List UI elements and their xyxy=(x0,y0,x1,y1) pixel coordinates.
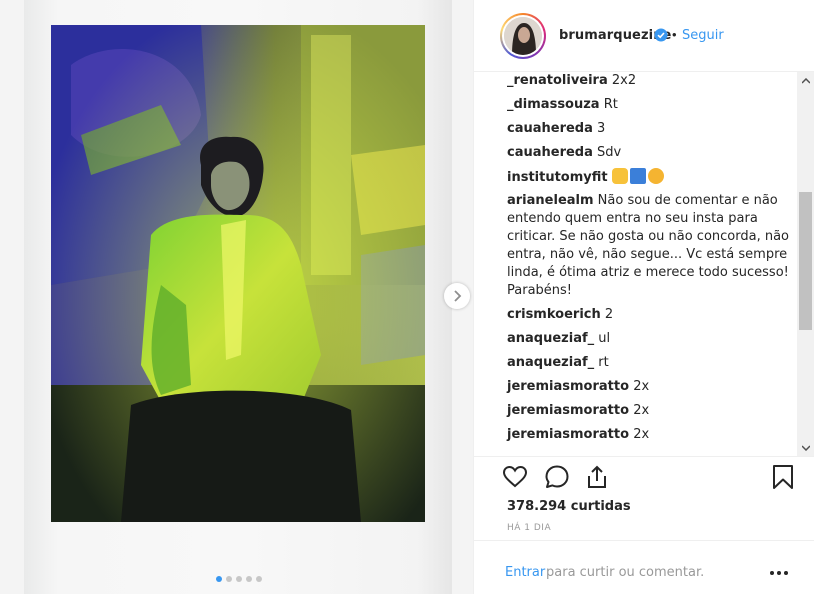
comment-bubble-icon[interactable] xyxy=(544,464,570,490)
likes-count[interactable]: 378.294 curtidas xyxy=(507,499,631,514)
carousel-dot xyxy=(236,576,242,582)
heart-eyes-emoji xyxy=(647,168,664,184)
comment-text: Não sou de comentar e não entendo quem e… xyxy=(507,193,790,298)
carousel-dot xyxy=(246,576,252,582)
comment-username[interactable]: arianelealm xyxy=(507,193,594,208)
comment-username[interactable]: cauahereda xyxy=(507,145,593,160)
login-prompt-text: para curtir ou comentar. xyxy=(546,565,705,580)
scroll-up-arrow[interactable] xyxy=(797,72,814,89)
comment-item: jeremiasmoratto 2x xyxy=(507,378,792,396)
caret-down-icon xyxy=(801,444,810,451)
post-details-panel: brumarquezine • Seguir _renatoliveira 2x… xyxy=(473,0,814,594)
post-photo[interactable] xyxy=(51,25,425,522)
post-header: brumarquezine • Seguir xyxy=(474,0,814,72)
carousel-indicator xyxy=(216,576,262,582)
comment-text: 2x xyxy=(633,403,650,418)
comment-item: anaqueziaf_ rt xyxy=(507,354,792,372)
comment-username[interactable]: jeremiasmoratto xyxy=(507,379,629,394)
comment-username[interactable]: _renatoliveira xyxy=(507,73,608,88)
clap-emoji xyxy=(611,168,628,184)
comment-text: 2 xyxy=(604,307,614,322)
comment-text: ul xyxy=(598,331,611,346)
comment-item: institutomyfit xyxy=(507,168,792,187)
avatar[interactable] xyxy=(500,13,546,59)
follow-button[interactable]: Seguir xyxy=(682,28,724,43)
top-emoji xyxy=(629,168,646,184)
carousel-dot xyxy=(226,576,232,582)
comment-text: Sdv xyxy=(597,145,622,160)
scroll-down-arrow[interactable] xyxy=(797,439,814,456)
verified-badge-icon xyxy=(654,28,668,42)
comment-item: _renatoliveira 2x2 xyxy=(507,72,792,90)
more-options-icon[interactable] xyxy=(770,563,792,583)
comment-item: crismkoerich 2 xyxy=(507,306,792,324)
comment-text: Rt xyxy=(603,97,618,112)
post-media xyxy=(0,0,473,594)
comment-item: cauahereda 3 xyxy=(507,120,792,138)
comment-username[interactable]: _dimassouza xyxy=(507,97,600,112)
share-icon[interactable] xyxy=(584,464,610,490)
comment-text: 2x xyxy=(633,427,650,442)
comment-username[interactable]: anaqueziaf_ xyxy=(507,331,594,346)
comments-scrollbar[interactable] xyxy=(797,72,814,456)
comment-username[interactable]: jeremiasmoratto xyxy=(507,427,629,442)
comment-item: cauahereda Sdv xyxy=(507,144,792,162)
carousel-dot xyxy=(256,576,262,582)
chevron-right-icon xyxy=(454,290,462,302)
comment-username[interactable]: crismkoerich xyxy=(507,307,601,322)
comment-item: anaqueziaf_ ul xyxy=(507,330,792,348)
photo-illustration xyxy=(51,25,425,522)
comment-item: jeremiasmoratto 2x xyxy=(507,402,792,420)
header-separator: • xyxy=(672,27,677,42)
bookmark-icon[interactable] xyxy=(770,464,796,490)
comment-text: 2x2 xyxy=(611,73,637,88)
comment-item: _dimassouza Rt xyxy=(507,96,792,114)
comment-username[interactable]: anaqueziaf_ xyxy=(507,355,594,370)
comment-username[interactable]: jeremiasmoratto xyxy=(507,403,629,418)
comments-list: _renatoliveira 2x2 _dimassouza Rt cauahere… xyxy=(474,72,814,456)
scrollbar-thumb[interactable] xyxy=(799,192,812,330)
next-photo-button[interactable] xyxy=(444,283,470,309)
comment-username[interactable]: cauahereda xyxy=(507,121,593,136)
comment-item: arianelealm Não sou de comentar e não en… xyxy=(507,192,792,300)
heart-icon[interactable] xyxy=(502,464,528,490)
comment-text: rt xyxy=(598,355,609,370)
avatar-image xyxy=(504,17,542,55)
comment-item: jeremiasmoratto 2x xyxy=(507,426,792,444)
comment-text: 2x xyxy=(633,379,650,394)
login-link[interactable]: Entrar xyxy=(505,565,545,580)
comment-username[interactable]: institutomyfit xyxy=(507,170,608,185)
post-timestamp[interactable]: HÁ 1 DIA xyxy=(507,523,551,533)
caret-up-icon xyxy=(801,77,810,84)
comment-text: 3 xyxy=(597,121,606,136)
carousel-dot xyxy=(216,576,222,582)
add-comment-section: Entrar para curtir ou comentar. xyxy=(474,540,814,594)
